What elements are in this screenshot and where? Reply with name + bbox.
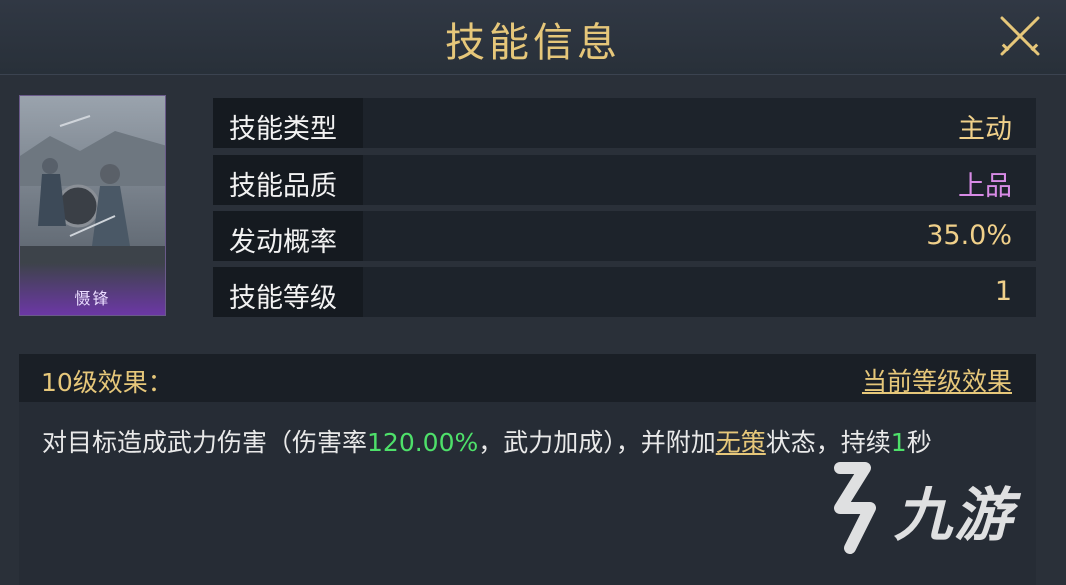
info-row-quality: 技能品质 上品 [213, 155, 1036, 205]
skill-card-name: 慑锋 [74, 289, 111, 308]
info-label: 技能类型 [229, 114, 337, 145]
desc-text: 状态，持续 [765, 428, 891, 457]
effect-title: 10级效果： [41, 368, 173, 397]
desc-text: 秒 [906, 428, 932, 457]
dialog-title: 技能信息 [445, 20, 621, 66]
desc-text: 对目标造成武力伤害（伤害率 [42, 428, 368, 457]
desc-text: ，武力加成），并附加 [478, 428, 716, 457]
duration-value: 1 [890, 428, 907, 457]
info-row-probability: 发动概率 35.0% [213, 211, 1036, 261]
info-label: 技能等级 [229, 283, 337, 314]
effect-header: 10级效果： 当前等级效果 [19, 354, 1036, 402]
info-label: 发动概率 [229, 227, 337, 258]
info-value: 主动 [958, 114, 1012, 145]
status-link-wuce[interactable]: 无策 [716, 428, 766, 457]
close-button[interactable] [996, 12, 1044, 60]
skill-card[interactable]: 慑锋 [19, 95, 166, 316]
damage-rate: 120.00% [367, 428, 479, 457]
info-row-level: 技能等级 1 [213, 267, 1036, 317]
watermark: 九游 [820, 458, 1040, 568]
dialog-header: 技能信息 [0, 0, 1066, 75]
info-label: 技能品质 [229, 171, 337, 202]
current-level-effect-link[interactable]: 当前等级效果 [862, 362, 1012, 398]
effect-description: 对目标造成武力伤害（伤害率120.00%，武力加成），并附加无策状态，持续1秒 [42, 424, 1002, 462]
info-value: 35.0% [926, 220, 1012, 251]
info-value: 1 [994, 276, 1012, 307]
watermark-text: 九游 [894, 481, 1015, 549]
jiuyou-logo-icon [834, 462, 876, 554]
info-value: 上品 [958, 171, 1012, 202]
info-row-type: 技能类型 主动 [213, 98, 1036, 148]
crossed-swords-close-icon [1000, 16, 1040, 56]
